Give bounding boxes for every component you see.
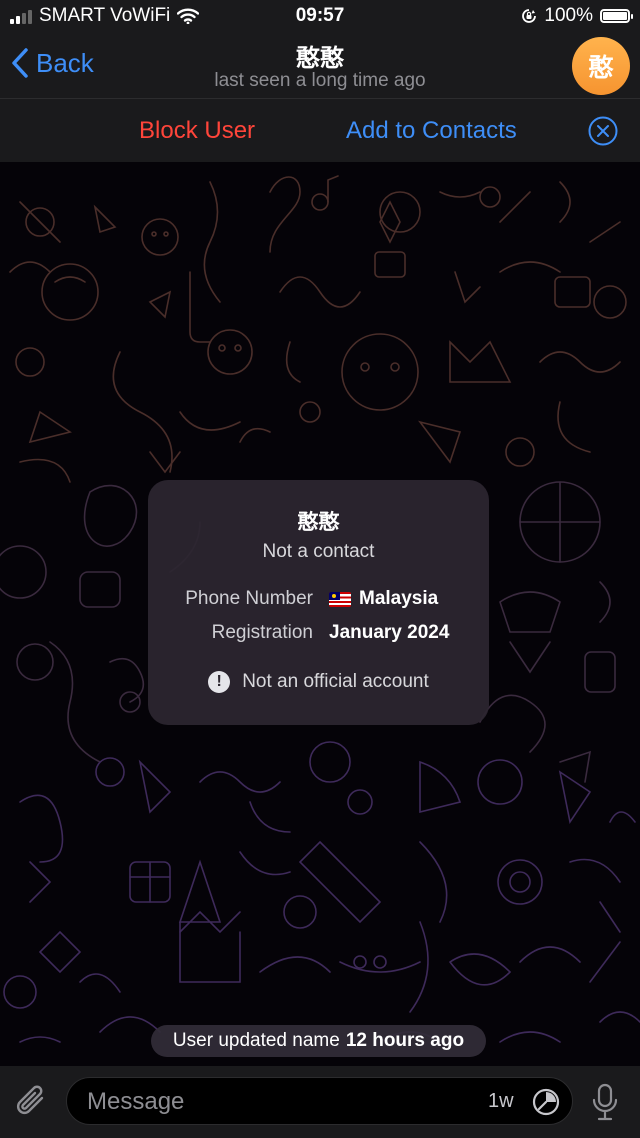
timer-label: 1w	[488, 1090, 514, 1112]
not-official-text: Not an official account	[242, 671, 429, 692]
paperclip-icon	[17, 1085, 44, 1114]
registration-value: January 2024	[329, 622, 450, 643]
card-contact-name: 憨憨	[297, 511, 340, 534]
message-field: 1w	[66, 1077, 573, 1126]
not-official-note: ! Not an official account	[148, 671, 489, 693]
last-seen-status: last seen a long time ago	[214, 70, 426, 91]
warning-icon: !	[208, 671, 231, 693]
phone-number-label: Phone Number	[185, 588, 313, 609]
timer-button[interactable]	[530, 1086, 562, 1123]
chat-header: Back 憨憨 last seen a long time ago 憨	[0, 34, 640, 98]
orientation-lock-icon	[522, 9, 537, 23]
self-destruct-timer-icon	[532, 1088, 560, 1116]
status-bar: SMART VoWiFi 09:57 100%	[0, 0, 640, 34]
message-input-bar: 1w	[0, 1066, 640, 1138]
microphone-icon	[592, 1083, 618, 1121]
attach-button[interactable]	[14, 1082, 50, 1127]
phone-country: Malaysia	[359, 588, 439, 609]
message-input[interactable]	[85, 1078, 469, 1126]
add-to-contacts-button[interactable]: Add to Contacts	[346, 117, 517, 145]
contact-action-bar: Block User Add to Contacts	[0, 98, 640, 163]
service-message: User updated name 12 hours ago	[151, 1025, 486, 1057]
registration-label: Registration	[211, 622, 313, 643]
service-message-time: 12 hours ago	[345, 1030, 465, 1051]
close-icon	[588, 116, 618, 146]
battery-percent: 100%	[544, 5, 593, 26]
contact-info-card: 憨憨 Not a contact Phone Number Malaysia R…	[148, 480, 489, 725]
malaysia-flag-icon	[329, 591, 351, 607]
block-user-button[interactable]: Block User	[139, 117, 255, 145]
battery-icon	[600, 9, 633, 23]
microphone-button[interactable]	[590, 1082, 620, 1127]
avatar[interactable]: 憨	[572, 37, 630, 95]
card-contact-status: Not a contact	[262, 541, 375, 562]
status-right: 100%	[521, 5, 633, 27]
chat-title[interactable]: 憨憨	[0, 38, 640, 73]
phone-number-value: Malaysia	[329, 588, 438, 610]
close-banner-button[interactable]	[587, 115, 619, 152]
service-message-text: User updated name	[172, 1030, 340, 1051]
